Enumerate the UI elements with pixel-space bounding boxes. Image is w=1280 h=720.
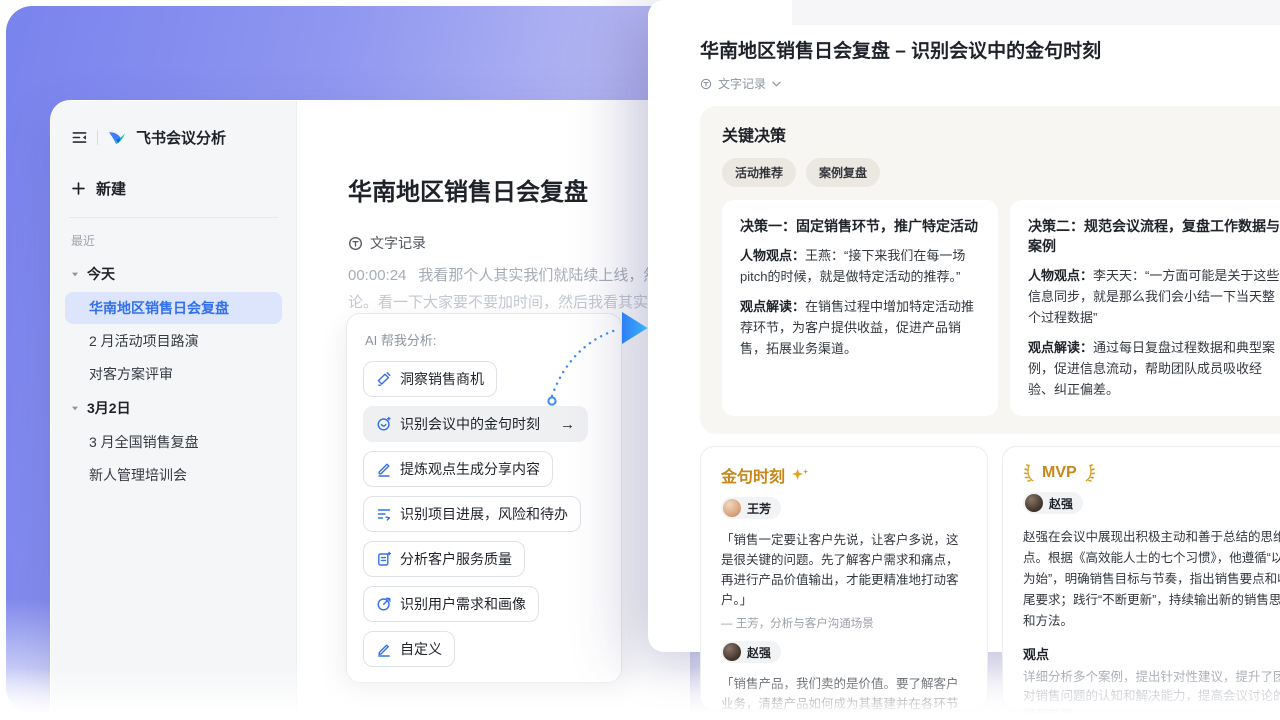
golden-moment-icon	[376, 416, 392, 432]
transcript-selector[interactable]: 文字记录	[700, 75, 1280, 92]
transcript-line: 00:00:24我看那个人其实我们就陆续上线，然后我们	[348, 263, 690, 288]
key-decisions-section: 关键决策 活动推荐 案例复盘 决策一：固定销售环节，推广特定活动 人物观点：王燕…	[700, 106, 1280, 434]
tag-case-review[interactable]: 案例复盘	[806, 158, 880, 187]
transcript-label-row[interactable]: 文字记录	[348, 233, 690, 253]
quote-text: 「销售一定要让客户先说，让客户多说，这是很关键的问题。先了解客户需求和痛点，再进…	[721, 530, 967, 610]
decision-interpretation: 观点解读：通过每日复盘过程数据和典型案例，促进信息流动，帮助团队成员吸收经验、纠…	[1028, 337, 1280, 400]
golden-moments-card: 金句时刻 王芳 「销售一定要让客户先说，让客户多说，这是很关键的问题。先了解客户…	[700, 446, 988, 710]
timestamp: 00:00:24	[348, 267, 406, 284]
transcript-label: 文字记录	[718, 75, 766, 92]
sidebar-header: 飞书会议分析	[65, 127, 282, 148]
decision-viewpoint: 人物观点：李天天：“一方面可能是关于这些信息同步，就是那么我们会小结一下当天整个…	[1028, 265, 1280, 328]
pen-icon	[376, 461, 392, 477]
ai-action-share-content[interactable]: 提炼观点生成分享内容	[363, 451, 553, 487]
result-title: 华南地区销售日会复盘 – 识别会议中的金句时刻	[700, 36, 1280, 63]
speaker-chip-wangfang[interactable]: 王芳	[721, 497, 781, 519]
decision-card-2: 决策二：规范会议流程，复盘工作数据与案例 人物观点：李天天：“一方面可能是关于这…	[1010, 200, 1280, 416]
sidebar-item-meeting-review[interactable]: 华南地区销售日会复盘	[65, 292, 282, 324]
transcript-icon	[700, 78, 712, 90]
new-analysis-button[interactable]: 新建	[71, 178, 276, 199]
divider	[97, 130, 98, 145]
ai-panel-label: AI 帮我分析:	[365, 330, 605, 349]
sidebar-item-newcomer-training[interactable]: 新人管理培训会	[65, 459, 282, 491]
group-label: 3月2日	[87, 398, 131, 418]
ai-action-custom[interactable]: 自定义	[363, 631, 455, 667]
decision-title: 决策二：规范会议流程，复盘工作数据与案例	[1028, 216, 1280, 256]
avatar	[1025, 494, 1043, 512]
ai-action-service-quality[interactable]: 分析客户服务质量	[363, 541, 525, 577]
sparkles-icon	[791, 468, 809, 482]
sidebar-group-today[interactable]: 今天	[65, 257, 282, 291]
laurel-left-icon	[1023, 463, 1036, 482]
key-decisions-title: 关键决策	[722, 122, 1280, 146]
decision-viewpoint: 人物观点：王燕：“接下来我们在每一场pitch的时候，就是做特定活动的推荐。”	[740, 245, 980, 287]
mvp-title: MVP	[1023, 463, 1280, 482]
viewpoint-label: 观点	[1023, 644, 1280, 663]
document-area: 华南地区销售日会复盘 文字记录 00:00:24我看那个人其实我们就陆续上线，然…	[297, 101, 690, 720]
decision-title: 决策一：固定销售环节，推广特定活动	[740, 216, 980, 236]
decision-card-1: 决策一：固定销售环节，推广特定活动 人物观点：王燕：“接下来我们在每一场pitc…	[722, 200, 998, 416]
tag-activity-recommendation[interactable]: 活动推荐	[722, 158, 796, 187]
decision-interpretation: 观点解读：在销售过程中增加特定活动推荐环节，为客户提供收益，促进产品销售，拓展业…	[740, 296, 980, 359]
sidebar-collapse-icon[interactable]	[71, 129, 88, 146]
golden-moments-title: 金句时刻	[721, 463, 967, 487]
viewpoint-text: 详细分析多个案例，提出针对性建议，提升了团队对销售问题的认知和解决能力，提高会议…	[1023, 668, 1280, 720]
document-icon	[376, 551, 392, 567]
telescope-icon	[376, 371, 392, 387]
avatar	[723, 643, 741, 661]
transcript-icon	[348, 236, 363, 251]
sidebar-divider	[69, 217, 278, 218]
new-analysis-label: 新建	[96, 178, 126, 199]
ai-action-progress-risk[interactable]: 识别项目进展，风险和待办	[363, 496, 581, 532]
transcript-label: 文字记录	[370, 233, 426, 253]
sidebar-item-mar-national-review[interactable]: 3 月全国销售复盘	[65, 426, 282, 458]
quote-attribution: — 王芳，分析与客户沟通场景	[721, 615, 967, 631]
sidebar-item-feb-roadshow[interactable]: 2 月活动项目路演	[65, 325, 282, 357]
speaker-chip-zhaoqiang[interactable]: 赵强	[1023, 492, 1083, 514]
list-icon	[376, 506, 392, 522]
laurel-right-icon	[1083, 463, 1096, 482]
sidebar-group-mar2[interactable]: 3月2日	[65, 391, 282, 425]
recent-label: 最近	[65, 232, 282, 249]
feishu-logo	[107, 128, 127, 148]
arrow-right-icon: →	[560, 416, 575, 433]
target-icon	[376, 596, 392, 612]
chevron-down-icon	[71, 404, 79, 412]
avatar	[723, 499, 741, 517]
meeting-analysis-window: 飞书会议分析 新建 最近 今天 华南地区销售日会复盘 2 月活动项目路演 对客方…	[50, 100, 690, 720]
chevron-down-icon	[71, 270, 79, 278]
sidebar-item-client-plan-review[interactable]: 对客方案评审	[65, 358, 282, 390]
mvp-card: MVP 赵强 赵强在会议中展现出积极主动和善于总结的思维特点。根据《高效能人士的…	[1002, 446, 1280, 710]
ai-action-user-needs[interactable]: 识别用户需求和画像	[363, 586, 539, 622]
speaker-chip-zhaoqiang[interactable]: 赵强	[721, 641, 781, 663]
group-label: 今天	[87, 264, 115, 284]
quote-text: 「销售产品，我们卖的是价值。要了解客户业务，清楚产品如何成为其基建并在各环节提效…	[721, 674, 967, 720]
app-title: 飞书会议分析	[136, 127, 226, 148]
mvp-summary: 赵强在会议中展现出积极主动和善于总结的思维特点。根据《高效能人士的七个习惯》，他…	[1023, 527, 1280, 632]
ai-analysis-panel: AI 帮我分析: 洞察销售商机 识别会议中的金句时刻 → 提炼观点生成分享内容	[346, 313, 622, 683]
marketing-canvas: 飞书会议分析 新建 最近 今天 华南地区销售日会复盘 2 月活动项目路演 对客方…	[0, 0, 1280, 720]
edit-icon	[376, 641, 392, 657]
transcript-line: 论。看一下大家要不要加时间，然后我看其实，嗯，阅	[348, 290, 690, 315]
plus-icon	[71, 181, 86, 196]
sidebar: 飞书会议分析 新建 最近 今天 华南地区销售日会复盘 2 月活动项目路演 对客方…	[51, 101, 297, 720]
ai-action-golden-moments[interactable]: 识别会议中的金句时刻 →	[363, 406, 588, 442]
meeting-title: 华南地区销售日会复盘	[348, 177, 690, 209]
ai-action-sales-insight[interactable]: 洞察销售商机	[363, 361, 497, 397]
chevron-down-icon	[772, 81, 781, 87]
result-panel: 华南地区销售日会复盘 – 识别会议中的金句时刻 文字记录 关键决策 活动推荐 案…	[648, 0, 1280, 652]
window-chrome-band	[792, 0, 1280, 25]
